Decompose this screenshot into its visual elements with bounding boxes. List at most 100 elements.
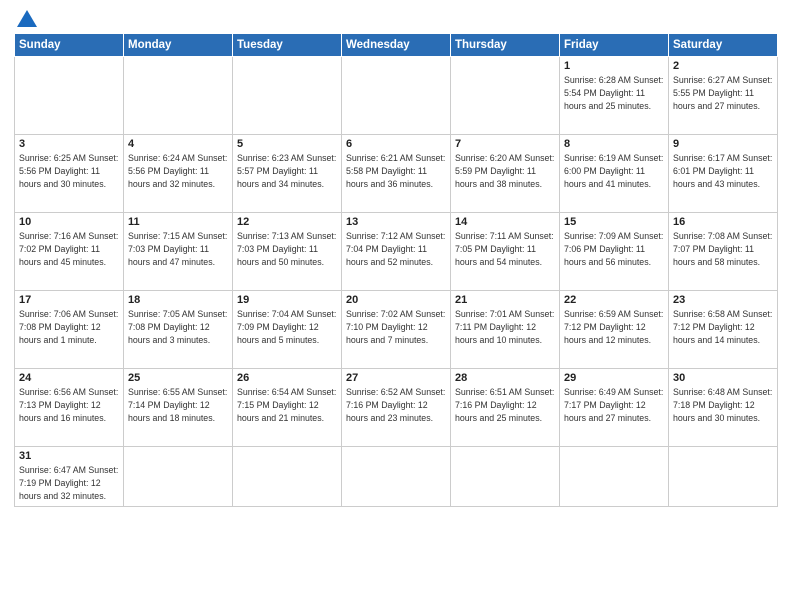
day-number: 24	[19, 372, 119, 384]
day-number: 12	[237, 216, 337, 228]
day-info: Sunrise: 6:23 AM Sunset: 5:57 PM Dayligh…	[237, 152, 337, 190]
weekday-header-sunday: Sunday	[15, 34, 124, 57]
day-number: 13	[346, 216, 446, 228]
day-number: 19	[237, 294, 337, 306]
calendar-cell	[342, 57, 451, 135]
day-number: 18	[128, 294, 228, 306]
calendar-cell: 21 Sunrise: 7:01 AM Sunset: 7:11 PM Dayli…	[451, 291, 560, 369]
day-info: Sunrise: 7:04 AM Sunset: 7:09 PM Dayligh…	[237, 308, 337, 346]
calendar-cell: 6Sunrise: 6:21 AM Sunset: 5:58 PM Daylig…	[342, 135, 451, 213]
day-number: 27	[346, 372, 446, 384]
calendar-cell	[342, 447, 451, 507]
day-number: 2	[673, 60, 773, 72]
calendar-cell	[669, 447, 778, 507]
day-info: Sunrise: 7:08 AM Sunset: 7:07 PM Dayligh…	[673, 230, 773, 268]
calendar-cell	[124, 57, 233, 135]
day-number: 31	[19, 450, 119, 462]
calendar-cell: 13Sunrise: 7:12 AM Sunset: 7:04 PM Dayli…	[342, 213, 451, 291]
day-info: Sunrise: 6:55 AM Sunset: 7:14 PM Dayligh…	[128, 386, 228, 424]
day-info: Sunrise: 7:11 AM Sunset: 7:05 PM Dayligh…	[455, 230, 555, 268]
calendar-cell: 18 Sunrise: 7:05 AM Sunset: 7:08 PM Dayli…	[124, 291, 233, 369]
day-number: 23	[673, 294, 773, 306]
weekday-header-monday: Monday	[124, 34, 233, 57]
day-info: Sunrise: 6:20 AM Sunset: 5:59 PM Dayligh…	[455, 152, 555, 190]
calendar-cell	[124, 447, 233, 507]
calendar-week-row: 24 Sunrise: 6:56 AM Sunset: 7:13 PM Dayli…	[15, 369, 778, 447]
calendar-cell: 17 Sunrise: 7:06 AM Sunset: 7:08 PM Dayli…	[15, 291, 124, 369]
calendar-table: SundayMondayTuesdayWednesdayThursdayFrid…	[14, 33, 778, 507]
calendar-cell	[15, 57, 124, 135]
calendar-cell: 19 Sunrise: 7:04 AM Sunset: 7:09 PM Dayli…	[233, 291, 342, 369]
calendar-body: 1Sunrise: 6:28 AM Sunset: 5:54 PM Daylig…	[15, 57, 778, 507]
calendar-cell	[451, 57, 560, 135]
weekday-header-thursday: Thursday	[451, 34, 560, 57]
day-number: 6	[346, 138, 446, 150]
day-info: Sunrise: 7:01 AM Sunset: 7:11 PM Dayligh…	[455, 308, 555, 346]
day-info: Sunrise: 7:05 AM Sunset: 7:08 PM Dayligh…	[128, 308, 228, 346]
calendar-cell: 22 Sunrise: 6:59 AM Sunset: 7:12 PM Dayli…	[560, 291, 669, 369]
calendar-cell: 20 Sunrise: 7:02 AM Sunset: 7:10 PM Dayli…	[342, 291, 451, 369]
day-number: 28	[455, 372, 555, 384]
day-number: 26	[237, 372, 337, 384]
day-number: 9	[673, 138, 773, 150]
day-info: Sunrise: 6:54 AM Sunset: 7:15 PM Dayligh…	[237, 386, 337, 424]
day-info: Sunrise: 7:02 AM Sunset: 7:10 PM Dayligh…	[346, 308, 446, 346]
day-number: 11	[128, 216, 228, 228]
calendar-page: SundayMondayTuesdayWednesdayThursdayFrid…	[0, 0, 792, 612]
calendar-cell	[451, 447, 560, 507]
day-info: Sunrise: 7:06 AM Sunset: 7:08 PM Dayligh…	[19, 308, 119, 346]
calendar-week-row: 10Sunrise: 7:16 AM Sunset: 7:02 PM Dayli…	[15, 213, 778, 291]
weekday-header-saturday: Saturday	[669, 34, 778, 57]
day-number: 17	[19, 294, 119, 306]
calendar-cell: 7 Sunrise: 6:20 AM Sunset: 5:59 PM Daylig…	[451, 135, 560, 213]
day-number: 29	[564, 372, 664, 384]
day-number: 22	[564, 294, 664, 306]
calendar-cell	[560, 447, 669, 507]
day-info: Sunrise: 6:27 AM Sunset: 5:55 PM Dayligh…	[673, 74, 773, 112]
day-number: 4	[128, 138, 228, 150]
calendar-cell: 4Sunrise: 6:24 AM Sunset: 5:56 PM Daylig…	[124, 135, 233, 213]
day-number: 1	[564, 60, 664, 72]
calendar-cell: 8Sunrise: 6:19 AM Sunset: 6:00 PM Daylig…	[560, 135, 669, 213]
logo-area	[14, 10, 37, 29]
day-info: Sunrise: 6:17 AM Sunset: 6:01 PM Dayligh…	[673, 152, 773, 190]
day-info: Sunrise: 7:13 AM Sunset: 7:03 PM Dayligh…	[237, 230, 337, 268]
logo-triangle-icon	[17, 10, 37, 27]
calendar-cell: 27 Sunrise: 6:52 AM Sunset: 7:16 PM Dayli…	[342, 369, 451, 447]
day-number: 16	[673, 216, 773, 228]
calendar-cell: 24 Sunrise: 6:56 AM Sunset: 7:13 PM Dayli…	[15, 369, 124, 447]
day-number: 7	[455, 138, 555, 150]
calendar-cell: 10Sunrise: 7:16 AM Sunset: 7:02 PM Dayli…	[15, 213, 124, 291]
calendar-week-row: 1Sunrise: 6:28 AM Sunset: 5:54 PM Daylig…	[15, 57, 778, 135]
day-number: 20	[346, 294, 446, 306]
calendar-cell: 26 Sunrise: 6:54 AM Sunset: 7:15 PM Dayli…	[233, 369, 342, 447]
calendar-week-row: 31Sunrise: 6:47 AM Sunset: 7:19 PM Dayli…	[15, 447, 778, 507]
day-info: Sunrise: 7:09 AM Sunset: 7:06 PM Dayligh…	[564, 230, 664, 268]
calendar-cell: 9 Sunrise: 6:17 AM Sunset: 6:01 PM Daylig…	[669, 135, 778, 213]
day-number: 21	[455, 294, 555, 306]
calendar-cell: 25 Sunrise: 6:55 AM Sunset: 7:14 PM Dayli…	[124, 369, 233, 447]
day-info: Sunrise: 6:56 AM Sunset: 7:13 PM Dayligh…	[19, 386, 119, 424]
calendar-cell: 2 Sunrise: 6:27 AM Sunset: 5:55 PM Daylig…	[669, 57, 778, 135]
day-info: Sunrise: 6:48 AM Sunset: 7:18 PM Dayligh…	[673, 386, 773, 424]
day-info: Sunrise: 6:59 AM Sunset: 7:12 PM Dayligh…	[564, 308, 664, 346]
weekday-header-wednesday: Wednesday	[342, 34, 451, 57]
day-info: Sunrise: 6:58 AM Sunset: 7:12 PM Dayligh…	[673, 308, 773, 346]
day-number: 14	[455, 216, 555, 228]
calendar-cell	[233, 57, 342, 135]
calendar-cell: 11Sunrise: 7:15 AM Sunset: 7:03 PM Dayli…	[124, 213, 233, 291]
calendar-cell: 28Sunrise: 6:51 AM Sunset: 7:16 PM Dayli…	[451, 369, 560, 447]
calendar-week-row: 3Sunrise: 6:25 AM Sunset: 5:56 PM Daylig…	[15, 135, 778, 213]
calendar-cell: 12 Sunrise: 7:13 AM Sunset: 7:03 PM Dayli…	[233, 213, 342, 291]
day-number: 25	[128, 372, 228, 384]
day-number: 5	[237, 138, 337, 150]
top-header	[14, 10, 778, 29]
calendar-cell: 1Sunrise: 6:28 AM Sunset: 5:54 PM Daylig…	[560, 57, 669, 135]
calendar-week-row: 17 Sunrise: 7:06 AM Sunset: 7:08 PM Dayli…	[15, 291, 778, 369]
day-info: Sunrise: 6:52 AM Sunset: 7:16 PM Dayligh…	[346, 386, 446, 424]
weekday-header-row: SundayMondayTuesdayWednesdayThursdayFrid…	[15, 34, 778, 57]
calendar-cell: 30Sunrise: 6:48 AM Sunset: 7:18 PM Dayli…	[669, 369, 778, 447]
day-info: Sunrise: 6:19 AM Sunset: 6:00 PM Dayligh…	[564, 152, 664, 190]
day-info: Sunrise: 6:49 AM Sunset: 7:17 PM Dayligh…	[564, 386, 664, 424]
day-info: Sunrise: 7:16 AM Sunset: 7:02 PM Dayligh…	[19, 230, 119, 268]
